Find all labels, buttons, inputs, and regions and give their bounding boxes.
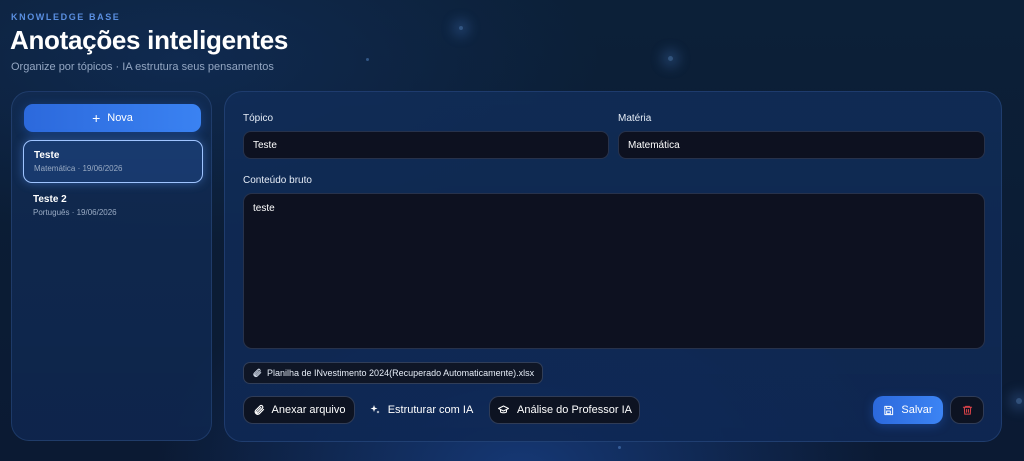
- content-label: Conteúdo bruto: [243, 175, 312, 186]
- sparkles-icon: [369, 404, 381, 416]
- background-dot: [459, 26, 463, 30]
- save-button[interactable]: Salvar: [873, 396, 943, 424]
- notes-sidebar: + Nova Teste Matemática · 19/06/2026 Tes…: [11, 91, 212, 441]
- subject-input[interactable]: Matemática: [618, 131, 985, 159]
- note-list-item[interactable]: Teste 2 Português · 19/06/2026: [23, 185, 203, 228]
- trash-icon: [962, 404, 973, 416]
- professor-analysis-label: Análise do Professor IA: [517, 404, 632, 416]
- attach-file-button[interactable]: Anexar arquivo: [243, 396, 355, 424]
- paperclip-icon: [253, 404, 265, 416]
- note-list-item[interactable]: Teste Matemática · 19/06/2026: [23, 140, 203, 183]
- delete-button[interactable]: [950, 396, 984, 424]
- structure-ai-button[interactable]: Estruturar com IA: [363, 396, 479, 424]
- subject-label: Matéria: [618, 113, 652, 124]
- background-dot: [366, 58, 369, 61]
- note-title: Teste: [34, 150, 60, 161]
- topic-input[interactable]: Teste: [243, 131, 609, 159]
- note-editor-panel: Tópico Teste Matéria Matemática Conteúdo…: [224, 91, 1002, 442]
- topic-label: Tópico: [243, 113, 274, 124]
- plus-icon: +: [92, 110, 101, 126]
- note-meta: Português · 19/06/2026: [33, 208, 117, 217]
- save-icon: [883, 405, 894, 416]
- background-dot: [668, 56, 673, 61]
- section-kicker: KNOWLEDGE BASE: [11, 12, 121, 22]
- page-title: Anotações inteligentes: [10, 25, 289, 55]
- attachment-filename: Planilha de INvestimento 2024(Recuperado…: [267, 368, 535, 378]
- new-note-label: Nova: [107, 112, 133, 124]
- attachment-chip[interactable]: Planilha de INvestimento 2024(Recuperado…: [243, 362, 544, 384]
- background-dot: [618, 446, 621, 449]
- page-subtitle: Organize por tópicos · IA estrutura seus…: [11, 61, 274, 73]
- attach-file-label: Anexar arquivo: [271, 404, 346, 416]
- structure-ai-label: Estruturar com IA: [387, 404, 474, 416]
- professor-analysis-button[interactable]: Análise do Professor IA: [489, 396, 640, 424]
- graduation-cap-icon: [497, 404, 510, 416]
- note-title: Teste 2: [33, 194, 67, 205]
- save-label: Salvar: [901, 404, 933, 416]
- content-textarea[interactable]: teste: [243, 193, 985, 349]
- paperclip-icon: [252, 368, 262, 378]
- new-note-button[interactable]: + Nova: [24, 104, 201, 132]
- background-dot: [1016, 398, 1022, 404]
- note-meta: Matemática · 19/06/2026: [34, 164, 123, 173]
